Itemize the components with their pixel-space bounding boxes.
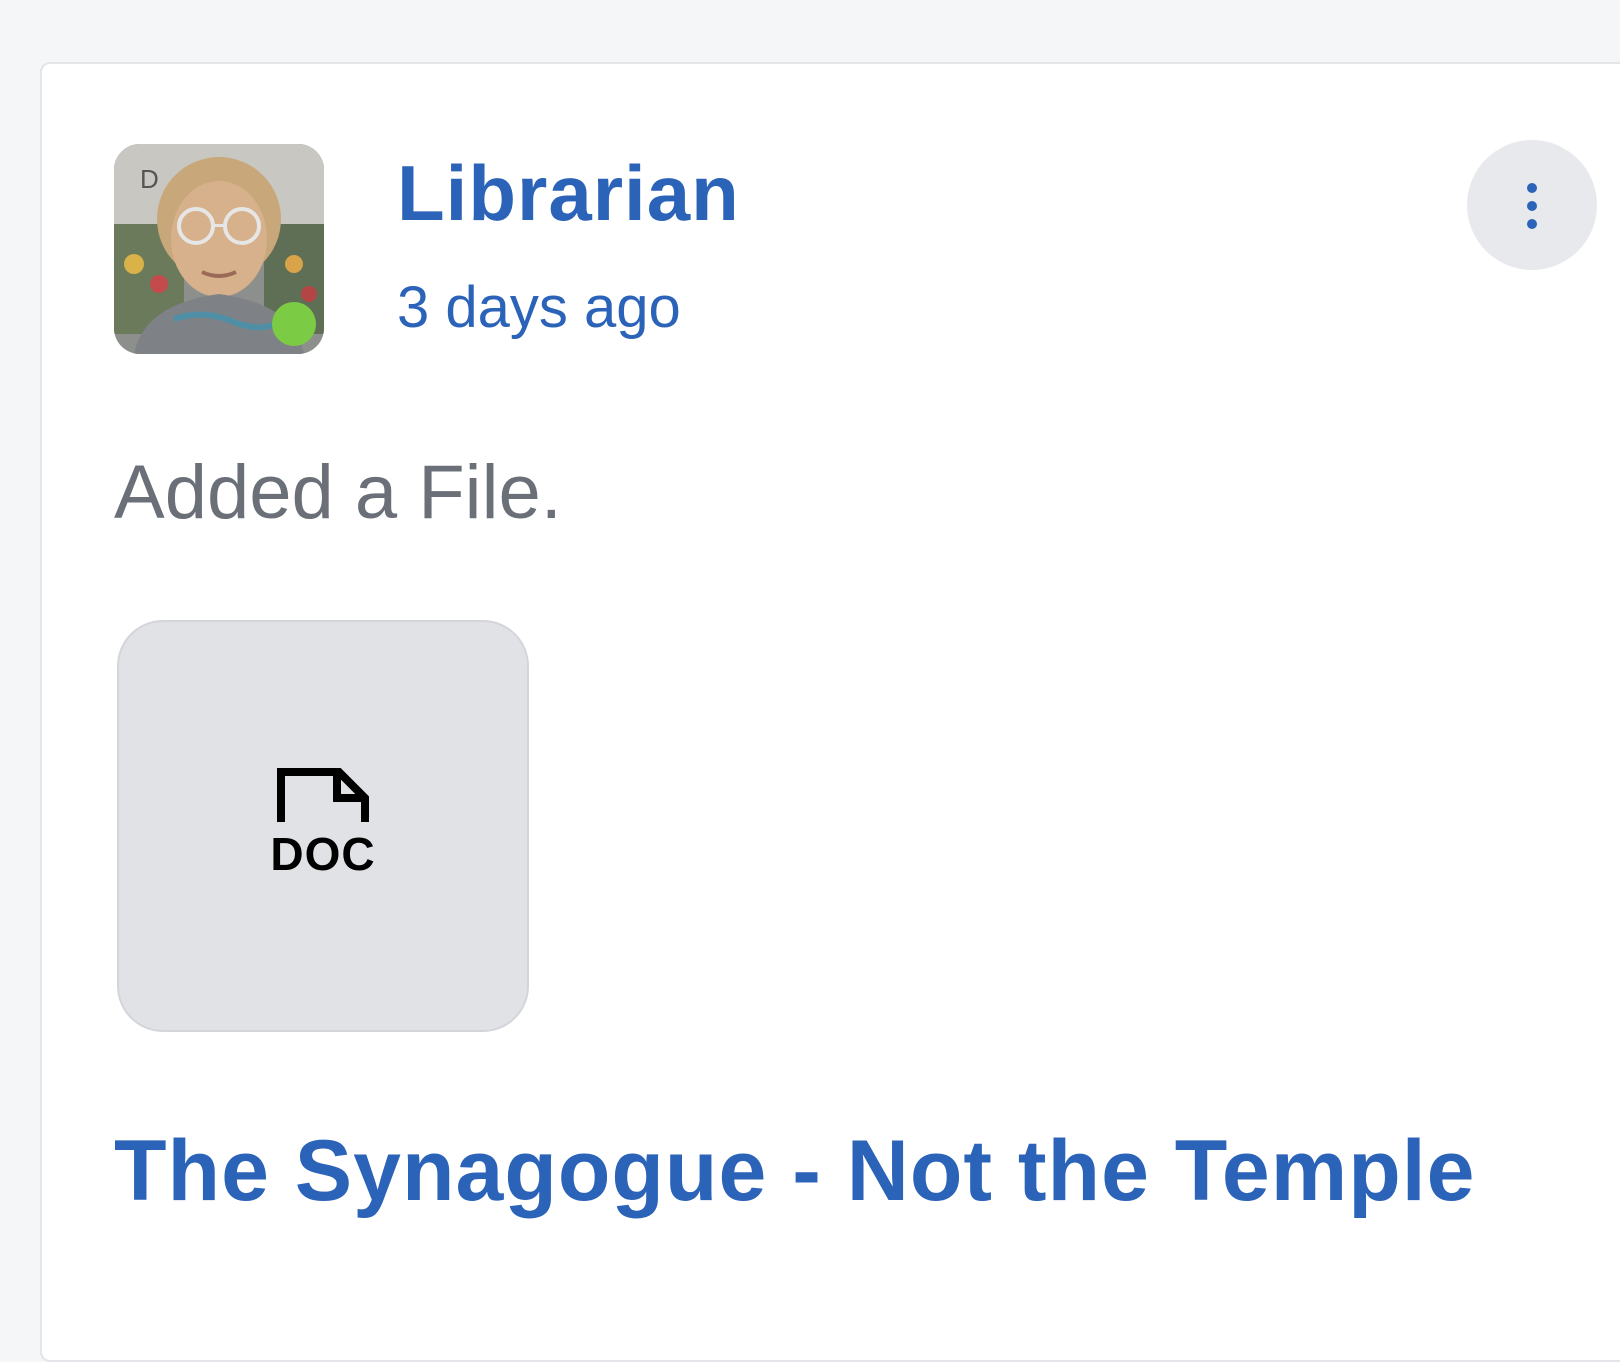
file-thumbnail[interactable]: DOC (117, 620, 529, 1032)
online-status-indicator (272, 302, 316, 346)
file-title-link[interactable]: The Synagogue - Not the Temple (114, 1122, 1476, 1221)
author-name-link[interactable]: Librarian (397, 148, 740, 239)
post-timestamp-link[interactable]: 3 days ago (397, 274, 681, 341)
activity-description: Added a File. (114, 450, 562, 535)
more-options-button[interactable] (1467, 140, 1597, 270)
file-type-label: DOC (270, 828, 376, 880)
activity-card: D Librarian 3 days ago Added a File. DOC… (40, 62, 1620, 1362)
svg-text:D: D (140, 164, 159, 194)
